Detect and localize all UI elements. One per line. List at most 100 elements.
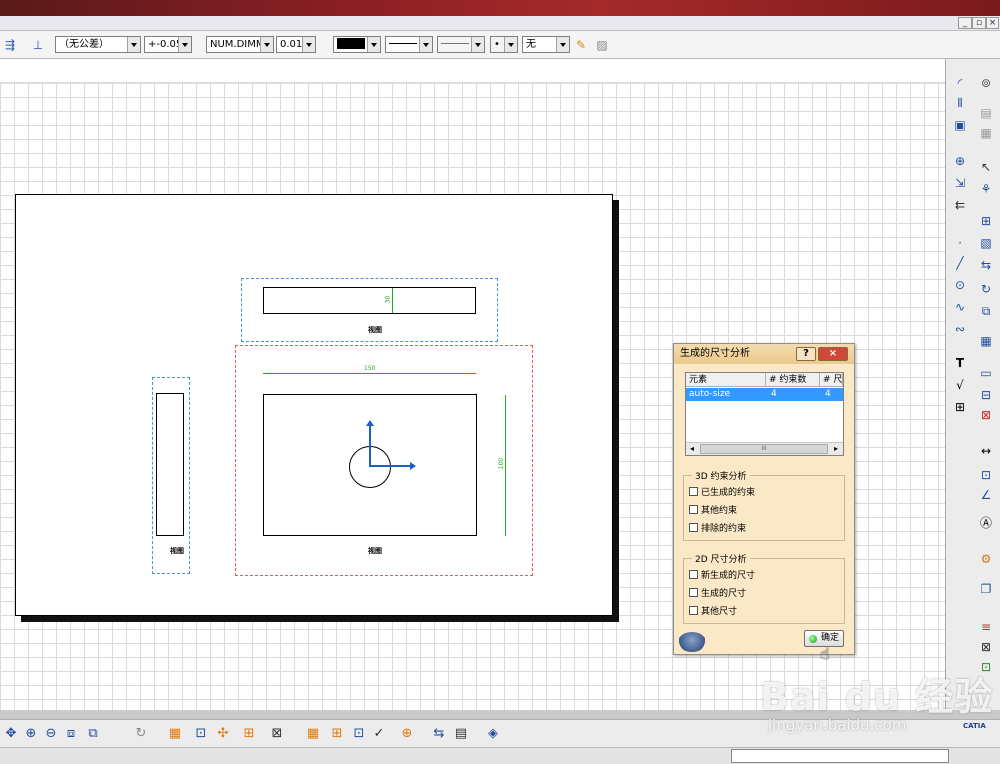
scroll-thumb[interactable]: III: [700, 444, 828, 454]
axis-icon[interactable]: ⇲: [952, 175, 968, 191]
checkbox-label: 其他尺寸: [701, 607, 738, 617]
scroll-right-icon[interactable]: ▸: [830, 443, 842, 455]
spline-icon[interactable]: ∿: [952, 299, 968, 315]
annotation-icon[interactable]: Ⓐ: [978, 515, 994, 531]
command-input[interactable]: [731, 749, 949, 763]
pattern-combo[interactable]: 无: [522, 36, 570, 53]
snap-icon[interactable]: ⊡: [192, 725, 210, 743]
hatch-icon[interactable]: ▨: [594, 37, 610, 53]
sheet-background-icon[interactable]: ⊞: [328, 725, 346, 743]
view-generation-icon[interactable]: ⊚: [978, 75, 994, 91]
zoom-area-icon[interactable]: ⧉: [84, 725, 102, 743]
pan-icon[interactable]: ✥: [2, 725, 20, 743]
other-constraints-checkbox[interactable]: 其他约束: [689, 505, 737, 517]
new-view-icon[interactable]: ⊡: [350, 725, 368, 743]
front-view-frame[interactable]: 150 100 视图: [235, 345, 533, 576]
close-icon[interactable]: ×: [986, 17, 999, 29]
tolerance-icon[interactable]: ⊥: [30, 37, 46, 53]
point-icon[interactable]: ·: [952, 235, 968, 251]
generated-constraints-checkbox[interactable]: 已生成的约束: [689, 487, 755, 499]
copy-icon[interactable]: ❐: [978, 581, 994, 597]
point-style-combo[interactable]: •: [490, 36, 518, 53]
dimension-icon[interactable]: ⊞: [978, 213, 994, 229]
chained-dimension-icon[interactable]: ⊡: [978, 467, 994, 483]
frame-icon[interactable]: ▣: [952, 117, 968, 133]
menu-bar: _ ▫ ×: [0, 16, 1000, 31]
help-button[interactable]: ?: [796, 347, 816, 361]
checkbox-box: [689, 487, 698, 496]
offset-icon[interactable]: ⧉: [978, 303, 994, 319]
point-style-dot: •: [494, 39, 500, 50]
leader-icon[interactable]: √: [952, 377, 968, 393]
zoom-in-icon[interactable]: ⊕: [22, 725, 40, 743]
save-view-icon[interactable]: ▤: [452, 725, 470, 743]
brush-icon[interactable]: ✎: [573, 37, 589, 53]
crosshair-icon[interactable]: ⊕: [952, 153, 968, 169]
line-icon[interactable]: ╱: [952, 255, 968, 271]
rotate-icon[interactable]: ↻: [978, 281, 994, 297]
bom-icon[interactable]: ⊠: [978, 407, 994, 423]
grid-table-icon[interactable]: ⊞: [952, 399, 968, 415]
circle-icon[interactable]: ⊙: [952, 277, 968, 293]
layer-icon[interactable]: ◈: [484, 725, 502, 743]
swap-icon[interactable]: ⇆: [430, 725, 448, 743]
dimension-style-icon[interactable]: ⇶: [2, 37, 18, 53]
dimension-analysis-group: 2D 尺寸分析 新生成的尺寸 生成的尺寸 其他尺寸: [683, 552, 845, 624]
analysis-display-icon[interactable]: ⊞: [240, 725, 258, 743]
left-view-frame[interactable]: 视图: [152, 377, 190, 574]
precision-combo[interactable]: 0.0100: [276, 36, 316, 53]
zoom-out-icon[interactable]: ⊖: [42, 725, 60, 743]
chevron-down-icon: [367, 37, 380, 52]
weld-icon[interactable]: ≡: [978, 619, 994, 635]
constraint-icon[interactable]: ✣: [214, 725, 232, 743]
excluded-constraints-checkbox[interactable]: 排除的约束: [689, 523, 746, 535]
table-icon[interactable]: ▦: [978, 333, 994, 349]
scroll-left-icon[interactable]: ◂: [686, 443, 698, 455]
rectangle-icon[interactable]: ▭: [978, 365, 994, 381]
line-weight-combo[interactable]: [385, 36, 433, 53]
analysis-icon[interactable]: ⊠: [978, 639, 994, 655]
tolerance-value-combo[interactable]: +-0.05: [144, 36, 192, 53]
filter-icon[interactable]: ⊠: [268, 725, 286, 743]
generation-icon[interactable]: ⚙: [978, 551, 994, 567]
generated-dimensions-checkbox[interactable]: 生成的尺寸: [689, 588, 746, 600]
select-arrow-icon[interactable]: ↖: [978, 159, 994, 175]
minimize-icon[interactable]: _: [958, 17, 972, 29]
line-style-combo[interactable]: [437, 36, 485, 53]
dimension-format-combo[interactable]: NUM.DIMM: [206, 36, 274, 53]
view-from-3d-icon[interactable]: ⊕: [398, 725, 416, 743]
length-dimension-icon[interactable]: ↔: [978, 443, 994, 459]
color-combo[interactable]: [333, 36, 381, 53]
dimension-analysis-icon[interactable]: ✓: [370, 725, 388, 743]
table-header-dimensions[interactable]: # 尺: [820, 373, 843, 387]
grid-icon[interactable]: ▦: [166, 725, 184, 743]
mirror-icon[interactable]: ⇆: [978, 257, 994, 273]
top-view-frame[interactable]: 30 视图: [241, 278, 498, 342]
restore-icon[interactable]: ▫: [972, 17, 986, 29]
align-icon[interactable]: ⇇: [952, 197, 968, 213]
table-header-constraints[interactable]: # 约束数: [766, 373, 820, 387]
projection-icon[interactable]: ⫴: [952, 95, 968, 111]
other-dimensions-checkbox[interactable]: 其他尺寸: [689, 606, 737, 618]
pattern-icon[interactable]: ▧: [978, 235, 994, 251]
chevron-down-icon: [260, 37, 273, 52]
cosmetic-icon[interactable]: ▦: [304, 725, 322, 743]
checkbox-box: [689, 606, 698, 615]
new-dimensions-checkbox[interactable]: 新生成的尺寸: [689, 570, 755, 582]
left-view-label: 视图: [170, 547, 184, 555]
table-header-element[interactable]: 元素: [686, 373, 766, 387]
detail-icon[interactable]: ▦: [978, 125, 994, 141]
dimension-analysis-title: 2D 尺寸分析: [692, 552, 750, 565]
fit-all-icon[interactable]: ⧈: [62, 725, 80, 743]
title-block-icon[interactable]: ⊟: [978, 387, 994, 403]
refresh-icon[interactable]: ↻: [132, 725, 150, 743]
text-icon[interactable]: T: [952, 355, 968, 371]
section-icon[interactable]: ▤: [978, 105, 994, 121]
close-button[interactable]: ×: [818, 347, 848, 361]
wizard-icon[interactable]: ⚘: [978, 181, 994, 197]
tolerance-combo[interactable]: （无公差）: [55, 36, 141, 53]
arc-icon[interactable]: ◜: [952, 75, 968, 91]
curve-icon[interactable]: ∾: [952, 321, 968, 337]
angle-dimension-icon[interactable]: ∠: [978, 487, 994, 503]
horizontal-scrollbar[interactable]: ◂ III ▸: [686, 442, 843, 455]
